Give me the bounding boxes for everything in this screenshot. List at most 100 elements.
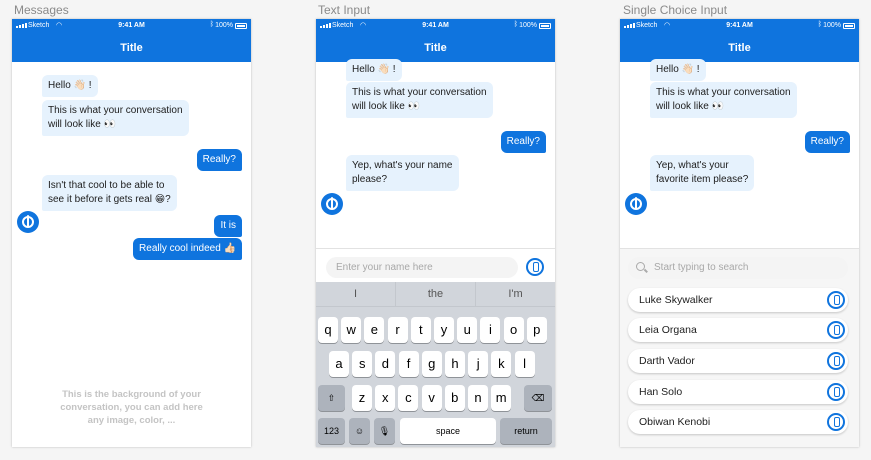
key-m[interactable]: m bbox=[491, 385, 512, 411]
key-l[interactable]: l bbox=[514, 351, 535, 377]
bluetooth-icon: ᛒ bbox=[513, 21, 518, 28]
key-x[interactable]: x bbox=[375, 385, 396, 411]
key-q[interactable]: q bbox=[318, 317, 338, 343]
key-j[interactable]: j bbox=[468, 351, 489, 377]
background-note: This is the background of your conversat… bbox=[32, 388, 231, 427]
shift-icon[interactable]: ⇧ bbox=[318, 385, 345, 411]
suggestion-bar: I the I'm bbox=[316, 282, 555, 307]
nav-title: Title bbox=[12, 34, 251, 62]
text-input-bar bbox=[316, 248, 555, 282]
artboard-messages: Sketch ◠ 9:41 AM ᛒ 100% Title Hello 👋🏻 !… bbox=[12, 19, 251, 447]
key-i[interactable]: i bbox=[480, 317, 501, 343]
key-z[interactable]: z bbox=[352, 385, 372, 411]
nav-title: Title bbox=[316, 34, 555, 62]
incoming-message: This is what your conversation will look… bbox=[650, 82, 797, 118]
bluetooth-icon: ᛒ bbox=[817, 21, 822, 28]
key-k[interactable]: k bbox=[491, 351, 512, 377]
key-p[interactable]: p bbox=[526, 317, 547, 343]
outgoing-message: Really cool indeed 👍🏻 bbox=[133, 238, 242, 260]
choice-label: Han Solo bbox=[639, 386, 683, 398]
search-icon bbox=[636, 262, 645, 271]
incoming-message: Isn't that cool to be able to see it bef… bbox=[42, 175, 177, 211]
choice-label: Leia Organa bbox=[639, 324, 697, 336]
mic-icon bbox=[827, 352, 845, 370]
key-r[interactable]: r bbox=[387, 317, 408, 343]
status-bar: Sketch ◠ 9:41 AM ᛒ 100% bbox=[620, 19, 859, 34]
incoming-message: Yep, what's your favorite item please? bbox=[650, 155, 755, 191]
status-bar: Sketch ◠ 9:41 AM ᛒ 100% bbox=[316, 19, 555, 34]
outgoing-message: Really? bbox=[500, 131, 546, 153]
message-line: Yep, what's your name bbox=[352, 160, 453, 171]
key-y[interactable]: y bbox=[434, 317, 454, 343]
key-d[interactable]: d bbox=[375, 351, 396, 377]
key-t[interactable]: t bbox=[410, 317, 431, 343]
choice-label: Obiwan Kenobi bbox=[639, 416, 711, 428]
outgoing-message: Really? bbox=[196, 149, 242, 171]
choice-option[interactable]: Han Solo bbox=[628, 380, 848, 404]
mic-icon bbox=[827, 413, 845, 431]
message-line: will look like 👀 bbox=[656, 101, 725, 112]
battery-percent: 100% bbox=[823, 22, 841, 29]
mic-icon bbox=[827, 383, 845, 401]
key-n[interactable]: n bbox=[468, 385, 488, 411]
board-label-text-input: Text Input bbox=[318, 3, 371, 17]
suggestion-item[interactable]: I bbox=[316, 282, 395, 306]
key-w[interactable]: w bbox=[341, 317, 362, 343]
suggestion-item[interactable]: I'm bbox=[475, 282, 555, 306]
key-a[interactable]: a bbox=[329, 351, 349, 377]
bluetooth-icon: ᛒ bbox=[209, 21, 214, 28]
incoming-message: Hello 👋🏻 ! bbox=[650, 59, 706, 81]
message-line: please? bbox=[352, 174, 388, 185]
key-g[interactable]: g bbox=[421, 351, 442, 377]
status-bar: Sketch ◠ 9:41 AM ᛒ 100% bbox=[12, 19, 251, 34]
choice-option[interactable]: Obiwan Kenobi bbox=[628, 410, 848, 434]
choice-option[interactable]: Leia Organa bbox=[628, 318, 848, 342]
backspace-icon[interactable]: ⌫ bbox=[524, 385, 552, 411]
search-placeholder: Start typing to search bbox=[654, 262, 749, 273]
key-h[interactable]: h bbox=[445, 351, 465, 377]
key-u[interactable]: u bbox=[457, 317, 478, 343]
message-line: will look like 👀 bbox=[352, 101, 421, 112]
key-s[interactable]: s bbox=[352, 351, 373, 377]
key-e[interactable]: e bbox=[364, 317, 385, 343]
message-line: This is what your conversation bbox=[656, 87, 791, 98]
artboard-text-input: Sketch ◠ 9:41 AM ᛒ 100% Title Hello 👋🏻 !… bbox=[316, 19, 555, 447]
mic-icon bbox=[827, 321, 845, 339]
name-input[interactable] bbox=[326, 257, 518, 278]
message-line: see it before it gets real 😁? bbox=[48, 194, 171, 205]
incoming-message: Hello 👋🏻 ! bbox=[346, 59, 402, 81]
choice-label: Luke Skywalker bbox=[639, 294, 713, 306]
emoji-icon[interactable]: ☺ bbox=[349, 418, 370, 444]
message-line: will look like 👀 bbox=[48, 119, 117, 130]
background-note-line: conversation, you can add here bbox=[60, 402, 203, 413]
choice-option[interactable]: Luke Skywalker bbox=[628, 288, 848, 312]
return-key[interactable]: return bbox=[500, 418, 552, 444]
message-line: favorite item please? bbox=[656, 174, 749, 185]
key-b[interactable]: b bbox=[444, 385, 465, 411]
space-key[interactable]: space bbox=[400, 418, 496, 444]
search-field[interactable]: Start typing to search bbox=[628, 257, 848, 279]
battery-percent: 100% bbox=[519, 22, 537, 29]
rebel-avatar-icon bbox=[625, 193, 647, 215]
battery-icon bbox=[235, 23, 247, 29]
background-note-line: This is the background of your bbox=[62, 389, 201, 400]
key-o[interactable]: o bbox=[503, 317, 524, 343]
numbers-key[interactable]: 123 bbox=[318, 418, 345, 444]
key-c[interactable]: c bbox=[398, 385, 419, 411]
choice-option[interactable]: Darth Vador bbox=[628, 349, 848, 373]
artboard-single-choice: Sketch ◠ 9:41 AM ᛒ 100% Title Hello 👋🏻 !… bbox=[620, 19, 859, 447]
suggestion-item[interactable]: the bbox=[395, 282, 475, 306]
background-note-line: any image, color, ... bbox=[87, 415, 176, 426]
mic-icon bbox=[827, 291, 845, 309]
battery-percent: 100% bbox=[215, 22, 233, 29]
message-line: Isn't that cool to be able to bbox=[48, 180, 165, 191]
mic-icon[interactable]: 🎙 bbox=[374, 418, 395, 444]
message-line: Yep, what's your bbox=[656, 160, 729, 171]
mic-icon[interactable] bbox=[526, 258, 544, 276]
board-label-messages: Messages bbox=[14, 3, 69, 17]
message-line: This is what your conversation bbox=[352, 87, 487, 98]
key-v[interactable]: v bbox=[421, 385, 442, 411]
outgoing-message: It is bbox=[214, 215, 242, 237]
rebel-avatar-icon bbox=[321, 193, 343, 215]
key-f[interactable]: f bbox=[398, 351, 419, 377]
